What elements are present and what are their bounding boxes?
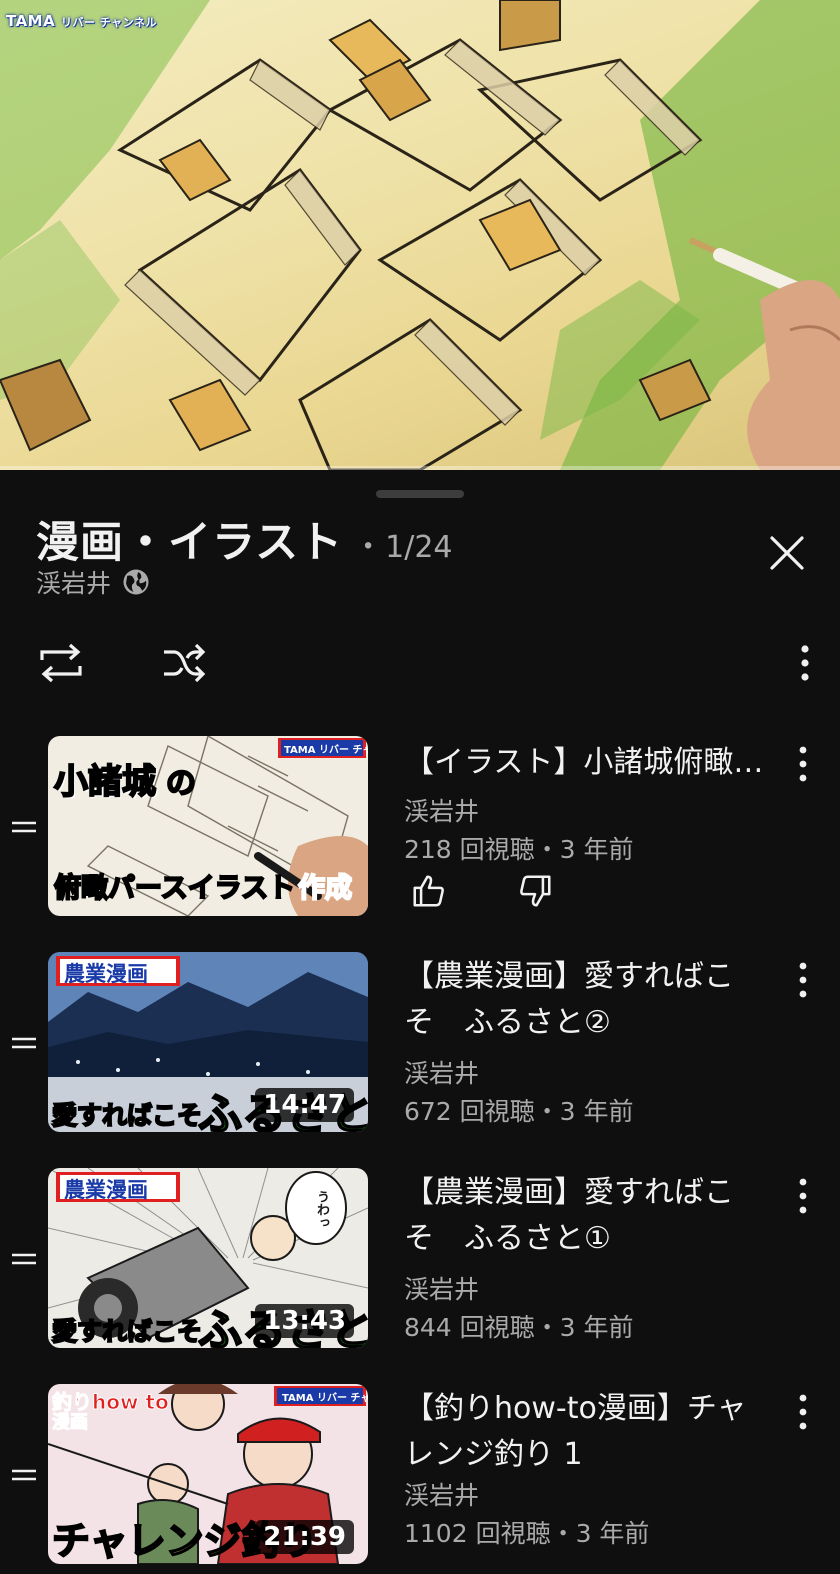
thumbnail-caption: 愛すればこそ: [51, 1100, 203, 1131]
channel-watermark: TAMA リバー チャンネル: [6, 12, 157, 30]
close-icon[interactable]: [766, 532, 808, 574]
drag-handle-icon[interactable]: [10, 1465, 38, 1485]
video-title[interactable]: 【農業漫画】愛すればこ そ ふるさと②: [404, 954, 784, 1046]
video-meta: 672 回視聴・3 年前: [404, 1097, 634, 1126]
thumbnail-caption: 作成: [297, 872, 353, 905]
video-title-line: そ ふるさと②: [404, 1005, 611, 1040]
video-title-line: そ ふるさと①: [404, 1221, 611, 1256]
video-duration: 21:39: [255, 1520, 354, 1554]
video-thumbnail[interactable]: 釣りhow to 漫画 TAMA リバー チャンネル チャレンジ釣り 21:39: [48, 1384, 368, 1564]
video-title[interactable]: 【農業漫画】愛すればこ そ ふるさと①: [404, 1170, 784, 1262]
playlist-item[interactable]: 釣りhow to 漫画 TAMA リバー チャンネル チャレンジ釣り 21:39…: [0, 1384, 840, 1574]
video-meta: 844 回視聴・3 年前: [404, 1313, 634, 1342]
channel-name[interactable]: 渓岩井: [404, 792, 479, 828]
video-player[interactable]: TAMA リバー チャンネル: [0, 0, 840, 470]
video-title-line: 【農業漫画】愛すればこ: [404, 1175, 734, 1210]
video-meta: 218 回視聴・3 年前: [404, 835, 634, 864]
video-title[interactable]: 【イラスト】小諸城俯瞰パースイラスト作成: [404, 740, 784, 786]
thumb-up-icon[interactable]: [410, 872, 448, 910]
more-vert-icon[interactable]: [790, 960, 816, 1000]
playlist-item[interactable]: 農業漫画 うわっ 愛すればこそ ふるさと 13:43 【農業漫画】愛すればこ そ…: [0, 1168, 840, 1358]
playlist-position: 1/24: [385, 530, 453, 565]
shuffle-icon[interactable]: [160, 640, 208, 686]
thumbnail-label: 農業漫画: [64, 1178, 148, 1202]
globe-icon: [123, 569, 149, 595]
drag-handle-icon[interactable]: [10, 1033, 38, 1053]
watermark-subtitle: リバー チャンネル: [60, 16, 157, 29]
thumbnail-caption: 小諸城: [53, 761, 157, 803]
thumbnail-caption: 愛すればこそ: [51, 1316, 203, 1347]
drag-handle-icon[interactable]: [10, 817, 38, 837]
video-title-line: 【農業漫画】愛すればこ: [404, 959, 734, 994]
video-title-line: レンジ釣り 1: [404, 1437, 583, 1472]
video-title[interactable]: 【釣りhow-to漫画】チャ レンジ釣り 1: [404, 1386, 784, 1478]
video-meta: 1102 回視聴・3 年前: [404, 1519, 650, 1548]
more-vert-icon[interactable]: [790, 1392, 816, 1432]
thumbnail-badge: TAMA リバー チャンネル: [284, 745, 368, 756]
channel-name[interactable]: 渓岩井: [404, 1476, 479, 1512]
thumbnail-caption: 俯瞰パースイラスト: [53, 872, 296, 905]
video-duration: 13:43: [255, 1304, 354, 1338]
more-vert-icon[interactable]: [790, 642, 820, 684]
loop-icon[interactable]: [36, 640, 86, 686]
castle-illustration: [0, 0, 840, 470]
video-title-line: 【釣りhow-to漫画】チャ: [404, 1391, 747, 1426]
thumbnail-label: 漫画: [52, 1412, 89, 1434]
playlist-item[interactable]: 小諸城 の 俯瞰パースイラスト 作成 TAMA リバー チャンネル 【イラスト】…: [0, 736, 840, 926]
playlist-item[interactable]: 農業漫画 愛すればこそ ふるさと 14:47 【農業漫画】愛すればこ そ ふるさ…: [0, 952, 840, 1142]
channel-name[interactable]: 渓岩井: [404, 1054, 479, 1090]
playlist-owner: 渓岩井: [36, 569, 112, 598]
thumbnail-speech-bubble: うわっ: [314, 1190, 329, 1229]
watermark-brand: TAMA: [6, 12, 56, 30]
video-thumbnail[interactable]: 農業漫画 うわっ 愛すればこそ ふるさと 13:43: [48, 1168, 368, 1348]
channel-name[interactable]: 渓岩井: [404, 1270, 479, 1306]
playlist-owner-row: 渓岩井: [36, 564, 151, 600]
title-separator: ・: [353, 530, 384, 565]
video-thumbnail[interactable]: 農業漫画 愛すればこそ ふるさと 14:47: [48, 952, 368, 1132]
video-thumbnail[interactable]: 小諸城 の 俯瞰パースイラスト 作成 TAMA リバー チャンネル: [48, 736, 368, 916]
drag-handle-icon[interactable]: [10, 1249, 38, 1269]
playlist-title: 漫画・イラスト: [36, 518, 344, 568]
sheet-drag-handle[interactable]: [376, 490, 464, 498]
playlist-header: 漫画・イラスト ・ 1/24: [36, 508, 453, 570]
more-vert-icon[interactable]: [790, 744, 816, 784]
playlist-controls: [0, 640, 840, 686]
video-duration: 14:47: [255, 1088, 354, 1122]
thumbnail-badge: TAMA リバー チャンネル: [282, 1393, 368, 1404]
thumb-down-icon[interactable]: [516, 872, 554, 910]
more-vert-icon[interactable]: [790, 1176, 816, 1216]
thumbnail-caption: の: [165, 765, 197, 802]
thumbnail-label: 農業漫画: [64, 962, 148, 986]
